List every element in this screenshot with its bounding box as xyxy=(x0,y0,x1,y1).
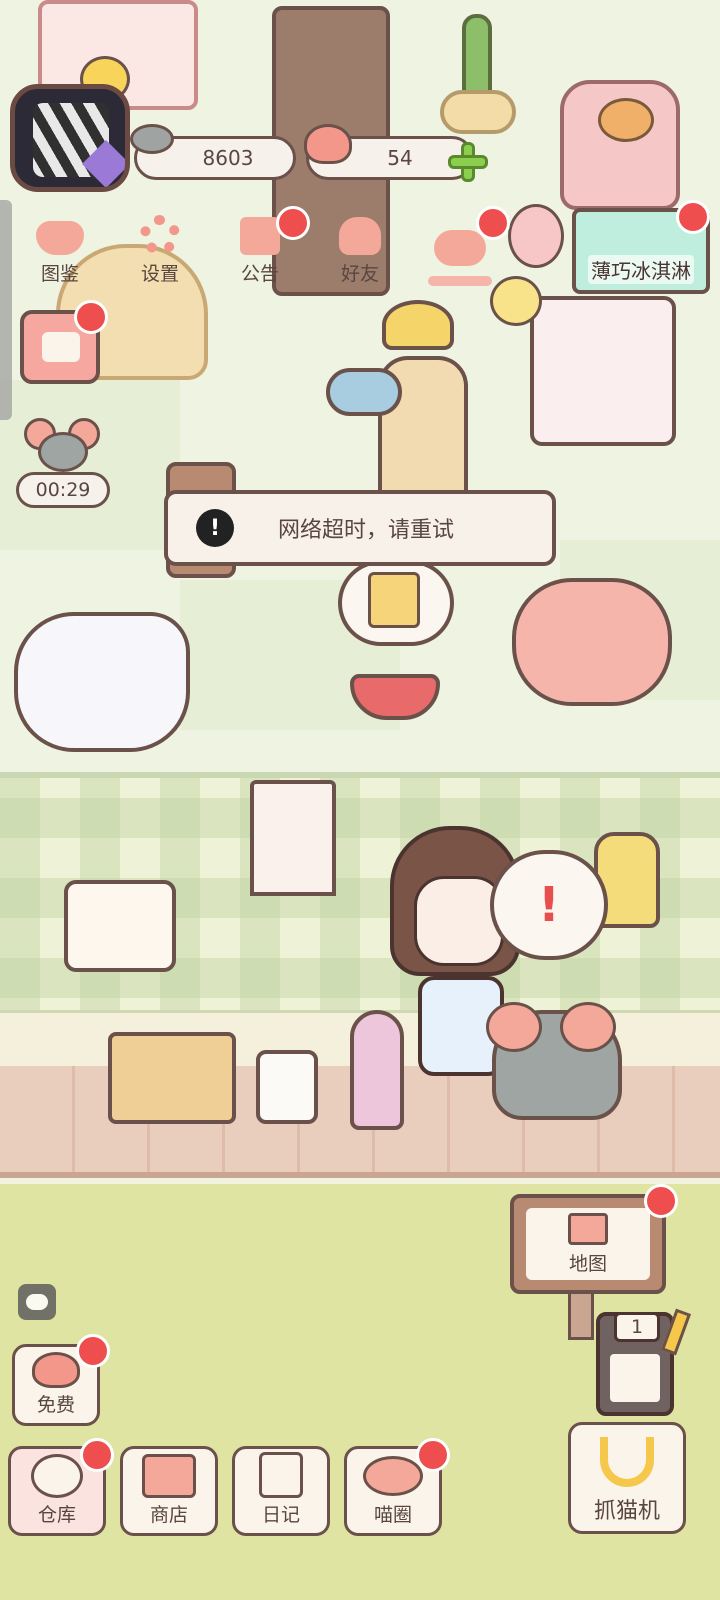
menu-collection-label: 图鉴 xyxy=(40,263,79,285)
heart-face-icon xyxy=(32,1352,80,1388)
fish-count: 8603 xyxy=(202,146,254,170)
diary-icon xyxy=(259,1452,303,1498)
balloon-decor xyxy=(490,276,542,326)
shop-icon xyxy=(142,1454,196,1498)
storage-icon xyxy=(31,1454,83,1498)
notification-dot xyxy=(276,206,310,240)
balloon-decor xyxy=(508,204,564,268)
add-hearts-button[interactable] xyxy=(448,142,488,182)
claw-icon xyxy=(600,1437,654,1487)
flower-sign-decor xyxy=(64,880,176,972)
moon-perch-decor xyxy=(382,300,454,350)
claw-machine-button[interactable]: 抓猫机 xyxy=(568,1422,686,1534)
cloud-toggle-button[interactable] xyxy=(18,1284,56,1320)
exclamation-icon: ! xyxy=(196,509,234,547)
paw-banner-decor xyxy=(250,780,336,896)
free-button-label: 免费 xyxy=(36,1394,75,1416)
map-button-label: 地图 xyxy=(568,1253,607,1275)
map-button[interactable]: 地图 xyxy=(510,1194,666,1294)
countdown-timer: 00:29 xyxy=(16,472,110,508)
rocking-horse-decor xyxy=(14,612,190,752)
cat-planet-icon xyxy=(363,1456,423,1496)
claw-count: 1 xyxy=(630,1316,644,1338)
player-avatar[interactable] xyxy=(10,84,130,192)
mouse-ear xyxy=(486,1002,542,1052)
likes-bar xyxy=(428,276,492,286)
map-button-face: 地图 xyxy=(526,1208,650,1280)
toast-message: 网络超时，请重试 xyxy=(278,518,455,543)
notification-dot xyxy=(80,1438,114,1472)
house-icon xyxy=(568,1213,608,1245)
heart-icon xyxy=(304,124,352,164)
event-banner-label: 薄巧冰淇淋 xyxy=(588,255,694,284)
notification-dot xyxy=(74,300,108,334)
mouse-timer-icon[interactable] xyxy=(24,418,104,476)
mouse-ear xyxy=(560,1002,616,1052)
menu-collection[interactable]: 图鉴 xyxy=(22,214,98,290)
plus-icon-bar xyxy=(448,155,488,169)
cat-face-icon xyxy=(36,221,84,255)
hearts-count: 54 xyxy=(387,146,413,170)
pencil-icon xyxy=(42,332,80,362)
notification-dot xyxy=(644,1184,678,1218)
claw-machine-label: 抓猫机 xyxy=(593,1499,660,1524)
menu-friends-label: 好友 xyxy=(340,263,379,285)
claw-machine-counter[interactable]: 1 xyxy=(596,1312,674,1416)
cat-food-bag-icon xyxy=(368,572,420,628)
toy-box-decor xyxy=(108,1032,236,1124)
notification-dot xyxy=(416,1438,450,1472)
alert-bubble[interactable]: ! xyxy=(490,850,608,960)
menu-settings-label: 设置 xyxy=(140,263,179,285)
hearts-icon xyxy=(434,230,486,266)
notification-dot xyxy=(476,206,510,240)
ice-cream-cart-decor xyxy=(530,296,676,446)
bean-bag-decor xyxy=(512,578,672,706)
claw-count-box: 1 xyxy=(614,1312,660,1342)
character-face xyxy=(414,876,504,966)
notification-dot xyxy=(76,1334,110,1368)
nav-shop[interactable]: 商店 xyxy=(120,1446,218,1536)
menu-friends[interactable]: 好友 xyxy=(322,214,398,290)
cloud-icon xyxy=(26,1294,48,1310)
broom-pot-decor xyxy=(256,1050,318,1124)
gift-icon xyxy=(240,217,280,255)
nav-warehouse-label: 仓库 xyxy=(37,1504,76,1526)
network-timeout-toast: ! 网络超时，请重试 xyxy=(164,490,556,566)
timer-value: 00:29 xyxy=(35,479,91,501)
mouse-face-icon xyxy=(38,432,88,472)
fish-icon xyxy=(130,124,174,154)
cloud-perch-decor xyxy=(326,368,402,416)
arrow-panel-icon xyxy=(610,1354,660,1402)
notification-dot xyxy=(676,200,710,234)
nav-diary-label: 日记 xyxy=(261,1504,300,1526)
edge-panel-handle[interactable] xyxy=(0,200,12,420)
cactus-pot xyxy=(440,90,516,134)
nav-shop-label: 商店 xyxy=(149,1504,188,1526)
friends-icon xyxy=(339,217,381,255)
gear-icon xyxy=(140,215,180,255)
menu-settings[interactable]: 设置 xyxy=(122,214,198,290)
hamster-decor xyxy=(598,98,654,142)
nav-diary[interactable]: 日记 xyxy=(232,1446,330,1536)
menu-announcements-label: 公告 xyxy=(240,263,279,285)
sign-post xyxy=(568,1290,594,1340)
nav-cat-circle-label: 喵圈 xyxy=(373,1504,412,1526)
